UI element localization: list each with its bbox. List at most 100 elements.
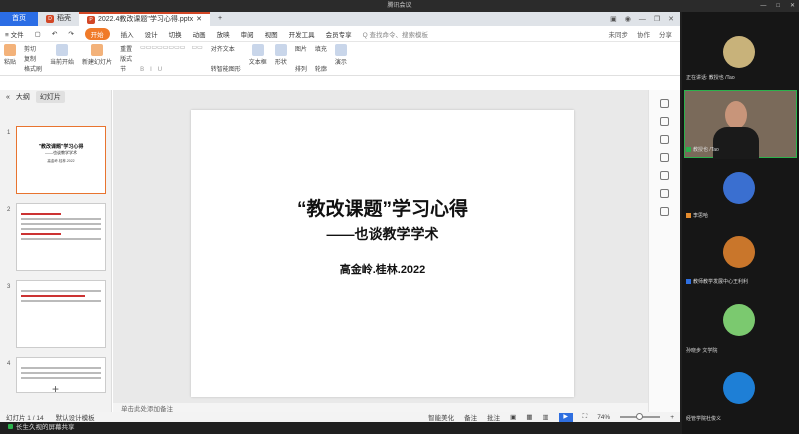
layout-icon[interactable]: ▣ (610, 15, 617, 23)
cut-button[interactable]: 剪切 (24, 44, 42, 53)
tab-file[interactable]: P 2022.4教改课题"学习心得.pptx ✕ (79, 12, 210, 26)
properties-icon[interactable] (660, 99, 669, 108)
participant-name-2: 李思哈 (686, 212, 708, 219)
location-icon[interactable] (660, 207, 669, 216)
tab-home[interactable]: 首页 (0, 12, 38, 26)
fit-icon[interactable]: ⛶ (583, 413, 588, 421)
font-size-select[interactable]: ▭▭ (191, 44, 202, 51)
command-search[interactable]: Q 查找命令、搜索模板 (363, 29, 428, 39)
zoom-slider-knob[interactable] (636, 413, 644, 420)
arrange-button[interactable]: 排列 (295, 64, 307, 73)
share-button[interactable]: 分享 (659, 29, 672, 39)
redo-icon[interactable]: ↷ (68, 30, 73, 38)
play-button[interactable]: ▶ (558, 412, 573, 422)
font-select[interactable]: ▭▭▭▭▭▭▭▭ (140, 44, 185, 51)
tab-slides[interactable]: 幻灯片 (35, 91, 65, 103)
current-slide[interactable]: “教改课题”学习心得 ——也谈教学学术 高金岭.桂林.2022 (191, 110, 574, 397)
tab-docer[interactable]: D 稻壳 (38, 12, 79, 26)
from-current-button[interactable]: 当前开始 (50, 44, 74, 73)
slide-thumb-4[interactable] (16, 357, 106, 393)
layout-button[interactable]: 版式 (120, 54, 132, 63)
add-slide-button[interactable]: + (52, 382, 59, 396)
menu-review[interactable]: 审阅 (241, 29, 254, 39)
avatar[interactable] (723, 236, 755, 268)
shape-button[interactable]: 形状 (274, 44, 287, 73)
meeting-panel: 正在讲话: 教授也 /Tao 教授也 /Tao 李思哈 教师教学发展中心王利利 … (682, 12, 799, 434)
file-menu[interactable]: ≡ 文件 (5, 29, 24, 39)
close-button[interactable]: ✕ (790, 0, 795, 12)
share-indicator-icon (8, 424, 13, 429)
restore-doc-icon[interactable]: ❐ (654, 15, 660, 23)
normal-view-icon[interactable]: ▣ (510, 413, 516, 421)
maximize-button[interactable]: □ (776, 0, 780, 12)
help-icon[interactable] (660, 171, 669, 180)
close-doc-icon[interactable]: ✕ (668, 15, 674, 23)
slide-title[interactable]: “教改课题”学习心得 (191, 194, 574, 221)
format-painter-button[interactable]: 格式刷 (24, 64, 42, 73)
zoom-in-icon[interactable]: + (670, 414, 674, 421)
slide-thumb-2[interactable] (16, 203, 106, 271)
close-tab-icon[interactable]: ✕ (196, 13, 202, 27)
smartart-button[interactable]: 转智能图形 (211, 64, 241, 73)
menu-developer[interactable]: 开发工具 (289, 29, 315, 39)
menu-animation[interactable]: 动画 (193, 29, 206, 39)
minimize-button[interactable]: — (760, 0, 766, 12)
notes-toggle[interactable]: 备注 (464, 412, 477, 422)
avatar[interactable] (723, 372, 755, 404)
bold-button[interactable]: B (140, 67, 144, 73)
reading-view-icon[interactable]: ▥ (542, 413, 548, 421)
menu-insert[interactable]: 插入 (121, 29, 134, 39)
template-name[interactable]: 默认设计模板 (56, 412, 95, 422)
thumb-number-4: 4 (7, 361, 11, 367)
outline-button[interactable]: 轮廓 (315, 64, 327, 73)
new-tab-button[interactable]: + (210, 12, 230, 26)
avatar[interactable] (723, 172, 755, 204)
collab-button[interactable]: 协作 (637, 29, 650, 39)
copy-button[interactable]: 复制 (24, 54, 42, 63)
right-toolbar (648, 90, 680, 412)
slide-subtitle[interactable]: ——也谈教学学术 (191, 224, 574, 244)
zoom-slider[interactable] (620, 413, 661, 420)
present-button[interactable]: 演示 (334, 44, 347, 73)
menu-design[interactable]: 设计 (145, 29, 158, 39)
menu-start[interactable]: 开始 (84, 27, 110, 40)
panel-tabs: « 大纲 幻灯片 (0, 90, 111, 104)
picture-button[interactable]: 图片 (295, 44, 307, 53)
avatar[interactable] (723, 36, 755, 68)
minimize-doc-icon[interactable]: — (639, 16, 646, 23)
paste-button[interactable]: 粘贴 (4, 44, 16, 73)
tab-outline[interactable]: 大纲 (16, 92, 30, 102)
sorter-view-icon[interactable]: ▦ (526, 413, 532, 421)
slide-thumb-3[interactable] (16, 280, 106, 348)
italic-button[interactable]: I (150, 67, 152, 73)
smart-beautify-button[interactable]: 智能美化 (428, 412, 454, 422)
zoom-level[interactable]: 74% (597, 414, 610, 421)
new-slide-button[interactable]: 新建幻灯片 (82, 44, 112, 73)
save-icon[interactable]: ▢ (35, 30, 41, 38)
animation-icon[interactable] (660, 117, 669, 126)
doc-tabs: 首页 D 稻壳 P 2022.4教改课题"学习心得.pptx ✕ + ▣ ◉ — ❐ … (0, 12, 680, 26)
window-titlebar: 腾讯会议 — □ ✕ (0, 0, 799, 12)
underline-button[interactable]: U (158, 67, 162, 73)
transition-icon[interactable] (660, 153, 669, 162)
textbox-icon (251, 44, 264, 56)
align-text-button[interactable]: 对齐文本 (211, 44, 241, 53)
annotate-button[interactable]: 批注 (487, 412, 500, 422)
pin-icon[interactable] (660, 135, 669, 144)
slide-thumb-1[interactable]: "教改课题"学习心得 ——也谈教学学术 高金岭.桂林.2022 (16, 126, 106, 194)
collapse-panel-icon[interactable]: « (6, 94, 10, 101)
fill-button[interactable]: 填充 (315, 44, 327, 53)
menu-transition[interactable]: 切换 (169, 29, 182, 39)
section-button[interactable]: 节 (120, 64, 132, 73)
textbox-button[interactable]: 文本框 (249, 44, 267, 73)
slide-author[interactable]: 高金岭.桂林.2022 (191, 261, 574, 277)
menu-slideshow[interactable]: 放映 (217, 29, 230, 39)
avatar[interactable]: ◉ (625, 15, 631, 23)
undo-icon[interactable]: ↶ (52, 30, 57, 38)
menu-view[interactable]: 视图 (265, 29, 278, 39)
sync-status[interactable]: 未同步 (609, 29, 629, 39)
avatar[interactable] (723, 304, 755, 336)
reset-button[interactable]: 重置 (120, 44, 132, 53)
share-icon[interactable] (660, 189, 669, 198)
menu-member[interactable]: 会员专享 (326, 29, 352, 39)
